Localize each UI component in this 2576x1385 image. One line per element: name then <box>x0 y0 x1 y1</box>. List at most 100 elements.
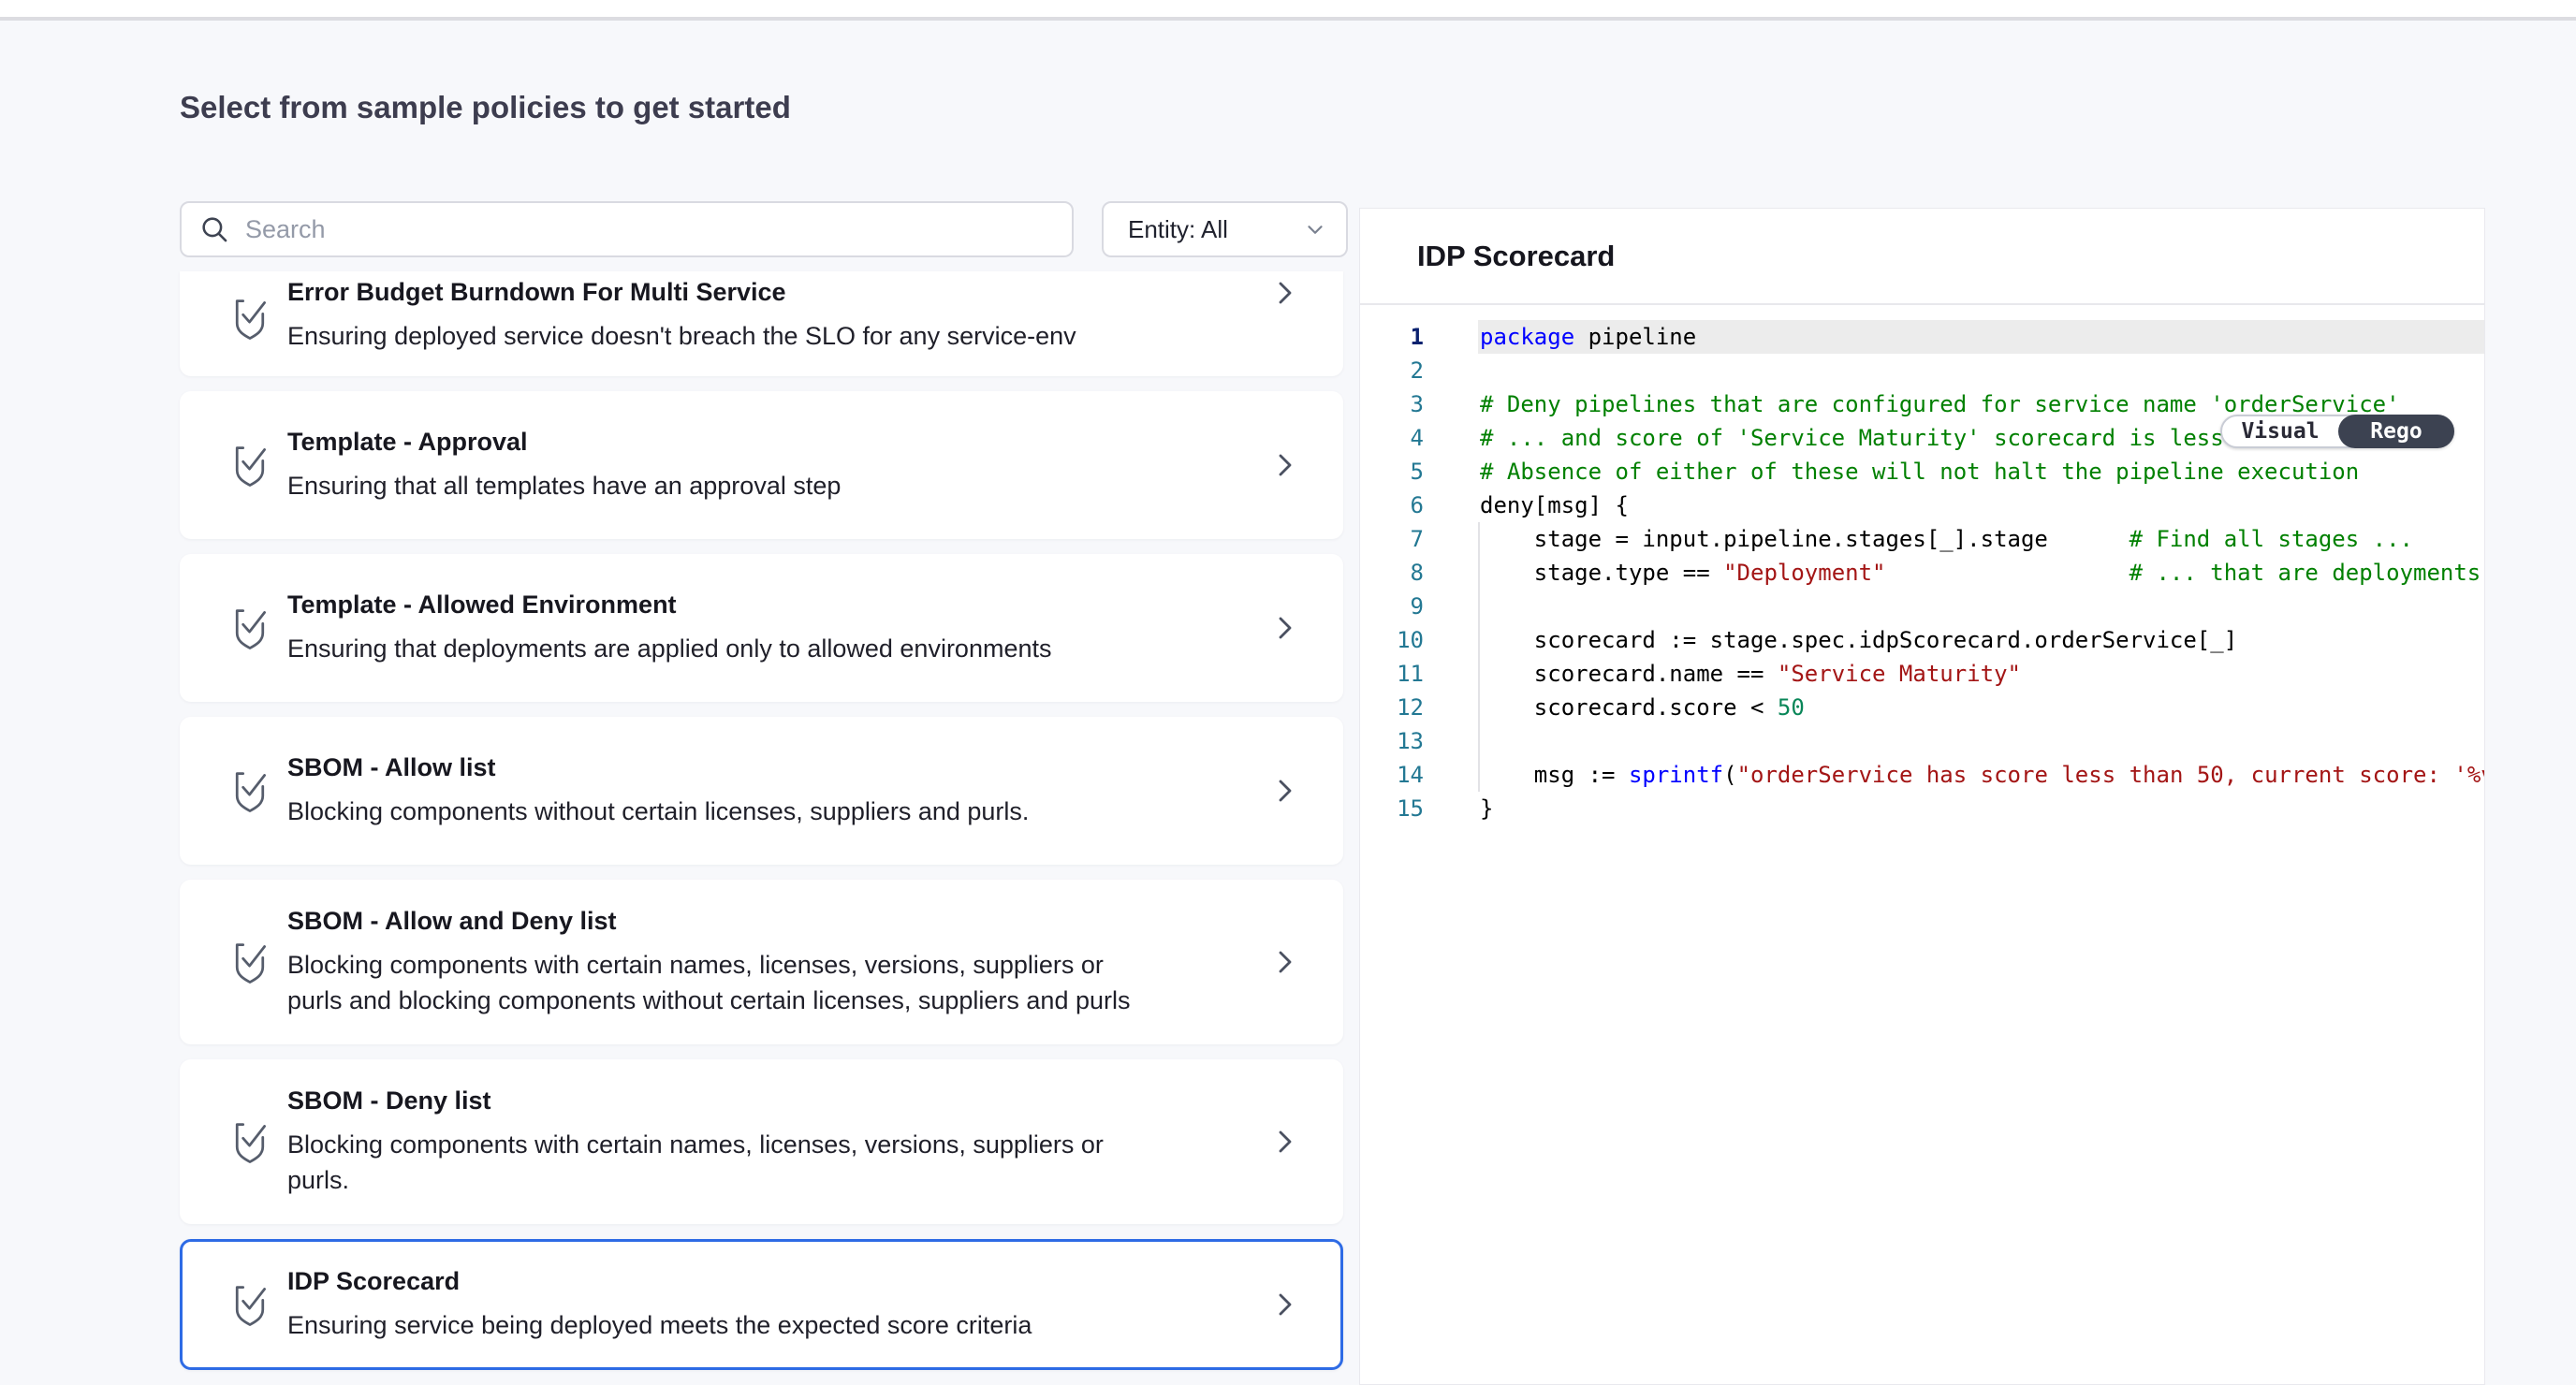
code-text: stage = input.pipeline.stages[_].stage #… <box>1478 522 2484 556</box>
toggle-option-visual[interactable]: Visual <box>2222 416 2338 446</box>
policy-card-title: Error Budget Burndown For Multi Service <box>287 278 1251 307</box>
policy-card-sbom-allow-and-deny-list[interactable]: SBOM - Allow and Deny list Blocking comp… <box>180 880 1343 1044</box>
detail-panel-title: IDP Scorecard <box>1417 240 1615 273</box>
policy-card-description: Ensuring deployed service doesn't breach… <box>287 318 1149 354</box>
code-text: scorecard.score < 50 <box>1478 691 2484 724</box>
line-number: 14 <box>1360 758 1424 792</box>
shield-check-icon <box>229 767 271 814</box>
policy-card-description: Blocking components without certain lice… <box>287 794 1149 829</box>
code-text <box>1478 590 2484 623</box>
code-line-9: 9 <box>1360 590 2484 623</box>
detail-panel-header: IDP Scorecard <box>1360 209 2484 305</box>
code-line-8: 8 stage.type == "Deployment" # ... that … <box>1360 556 2484 590</box>
policy-card-text: Template - Approval Ensuring that all te… <box>287 428 1251 503</box>
code-text <box>1478 354 2484 387</box>
code-line-10: 10 scorecard := stage.spec.idpScorecard.… <box>1360 623 2484 657</box>
magnifier-icon <box>198 213 230 245</box>
chevron-right-icon[interactable] <box>1269 450 1299 480</box>
entity-filter-label: Entity: All <box>1128 215 1228 244</box>
line-number: 8 <box>1360 556 1424 590</box>
code-line-15: 15} <box>1360 792 2484 825</box>
visual-rego-toggle: Visual Rego <box>2220 415 2454 448</box>
policy-card-text: Error Budget Burndown For Multi Service … <box>287 278 1251 354</box>
line-number: 7 <box>1360 522 1424 556</box>
line-number: 11 <box>1360 657 1424 691</box>
code-line-12: 12 scorecard.score < 50 <box>1360 691 2484 724</box>
code-text: } <box>1478 792 2484 825</box>
line-number: 5 <box>1360 455 1424 488</box>
rego-code-editor: Visual Rego 1package pipeline23# Deny pi… <box>1360 305 2484 825</box>
line-number: 9 <box>1360 590 1424 623</box>
line-number: 3 <box>1360 387 1424 421</box>
policy-card-sbom-allow-list[interactable]: SBOM - Allow list Blocking components wi… <box>180 717 1343 865</box>
shield-check-icon <box>229 605 271 651</box>
code-text: stage.type == "Deployment" # ... that ar… <box>1478 556 2484 590</box>
chevron-right-icon[interactable] <box>1269 278 1299 308</box>
policy-detail-panel: IDP Scorecard Visual Rego 1 package pipel… <box>1359 208 2485 1385</box>
policy-card-title: Template - Approval <box>287 428 1251 457</box>
policy-card-title: SBOM - Deny list <box>287 1086 1251 1115</box>
toggle-option-rego[interactable]: Rego <box>2338 415 2454 448</box>
chevron-right-icon[interactable] <box>1269 947 1299 977</box>
line-number: 15 <box>1360 792 1424 825</box>
window-top-bar <box>0 0 2576 21</box>
shield-check-icon <box>229 1281 271 1328</box>
chevron-right-icon[interactable] <box>1269 776 1299 806</box>
code-line-5: 5 # Absence of either of these will not h… <box>1360 455 2484 488</box>
line-number: 1 <box>1360 320 1424 354</box>
policy-card-idp-scorecard[interactable]: IDP Scorecard Ensuring service being dep… <box>180 1239 1343 1370</box>
shield-check-icon <box>229 1118 271 1165</box>
policy-card-description: Ensuring that deployments are applied on… <box>287 631 1149 666</box>
line-number: 12 <box>1360 691 1424 724</box>
policy-card-template-allowed-environment[interactable]: Template - Allowed Environment Ensuring … <box>180 554 1343 702</box>
policy-card-text: SBOM - Deny list Blocking components wit… <box>287 1086 1251 1198</box>
filter-controls: Entity: All <box>180 201 1348 257</box>
code-line-14: 14 msg := sprintf("orderService has scor… <box>1360 758 2484 792</box>
policy-card-title: SBOM - Allow list <box>287 753 1251 782</box>
chevron-right-icon[interactable] <box>1269 1290 1299 1319</box>
code-line-13: 13 <box>1360 724 2484 758</box>
code-text: package pipeline <box>1478 320 2484 354</box>
policy-card-title: SBOM - Allow and Deny list <box>287 907 1251 936</box>
policy-card-template-approval[interactable]: Template - Approval Ensuring that all te… <box>180 391 1343 539</box>
code-line-2: 2 <box>1360 354 2484 387</box>
policy-card-sbom-deny-list[interactable]: SBOM - Deny list Blocking components wit… <box>180 1059 1343 1224</box>
policy-card-description: Blocking components with certain names, … <box>287 1127 1149 1198</box>
chevron-down-icon <box>1303 217 1327 241</box>
code-text: msg := sprintf("orderService has score l… <box>1478 758 2484 792</box>
line-number: 2 <box>1360 354 1424 387</box>
policy-card-description: Ensuring service being deployed meets th… <box>287 1307 1149 1343</box>
policy-card-title: Template - Allowed Environment <box>287 590 1251 620</box>
code-line-6: 6 deny[msg] { <box>1360 488 2484 522</box>
line-number: 4 <box>1360 421 1424 455</box>
code-lines: 1package pipeline23# Deny pipelines that… <box>1360 320 2484 825</box>
policy-card-description: Ensuring that all templates have an appr… <box>287 468 1149 503</box>
policy-card-text: SBOM - Allow and Deny list Blocking comp… <box>287 907 1251 1018</box>
code-line-11: 11 scorecard.name == "Service Maturity" <box>1360 657 2484 691</box>
code-text: scorecard := stage.spec.idpScorecard.ord… <box>1478 623 2484 657</box>
policy-card-text: IDP Scorecard Ensuring service being dep… <box>287 1267 1251 1343</box>
chevron-right-icon[interactable] <box>1269 1127 1299 1157</box>
line-number: 13 <box>1360 724 1424 758</box>
line-number: 10 <box>1360 623 1424 657</box>
chevron-right-icon[interactable] <box>1269 613 1299 643</box>
policy-list[interactable]: Error Budget Burndown For Multi Service … <box>180 271 1343 1370</box>
code-text <box>1478 724 2484 758</box>
policy-card-error-budget-burndown-for-multi-service[interactable]: Error Budget Burndown For Multi Service … <box>180 271 1343 376</box>
search-box[interactable] <box>180 201 1074 257</box>
page-title: Select from sample policies to get start… <box>180 90 791 125</box>
code-text: # Absence of either of these will not ha… <box>1478 455 2484 488</box>
shield-check-icon <box>229 939 271 985</box>
code-line-1: 1 package pipeline <box>1360 320 2484 354</box>
policy-card-text: Template - Allowed Environment Ensuring … <box>287 590 1251 666</box>
policy-card-title: IDP Scorecard <box>287 1267 1251 1296</box>
code-text: deny[msg] { <box>1478 488 2484 522</box>
line-number: 6 <box>1360 488 1424 522</box>
entity-filter-dropdown[interactable]: Entity: All <box>1102 201 1348 257</box>
code-line-7: 7 stage = input.pipeline.stages[_].stage… <box>1360 522 2484 556</box>
search-input[interactable] <box>243 214 1055 245</box>
code-text: scorecard.name == "Service Maturity" <box>1478 657 2484 691</box>
shield-check-icon <box>229 442 271 488</box>
policy-card-description: Blocking components with certain names, … <box>287 947 1149 1018</box>
policy-card-text: SBOM - Allow list Blocking components wi… <box>287 753 1251 829</box>
